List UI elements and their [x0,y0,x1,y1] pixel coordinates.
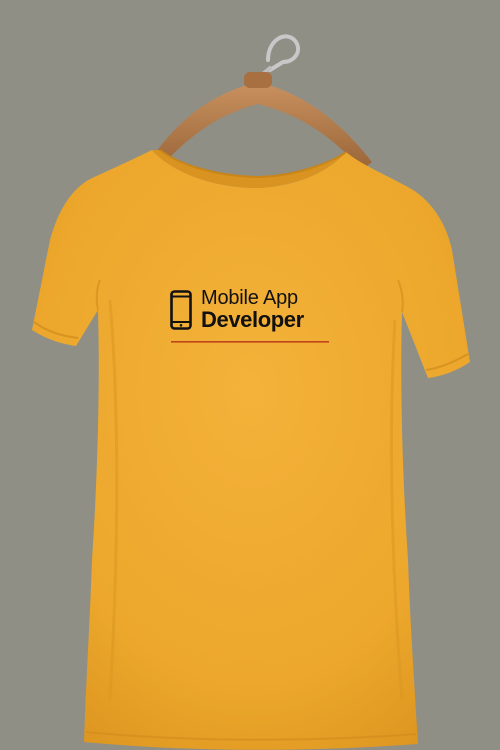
hanger-icon [150,34,372,170]
shirt-print-logo: Mobile App Developer [170,286,332,346]
tshirt [32,149,470,750]
print-text-mobile-app: Mobile App [201,287,298,309]
smartphone-icon [170,290,192,330]
print-underline [171,341,329,343]
print-text-developer: Developer [201,307,304,332]
product-photo: Mobile App Developer [0,0,500,750]
tshirt-on-hanger-illustration [32,34,470,750]
